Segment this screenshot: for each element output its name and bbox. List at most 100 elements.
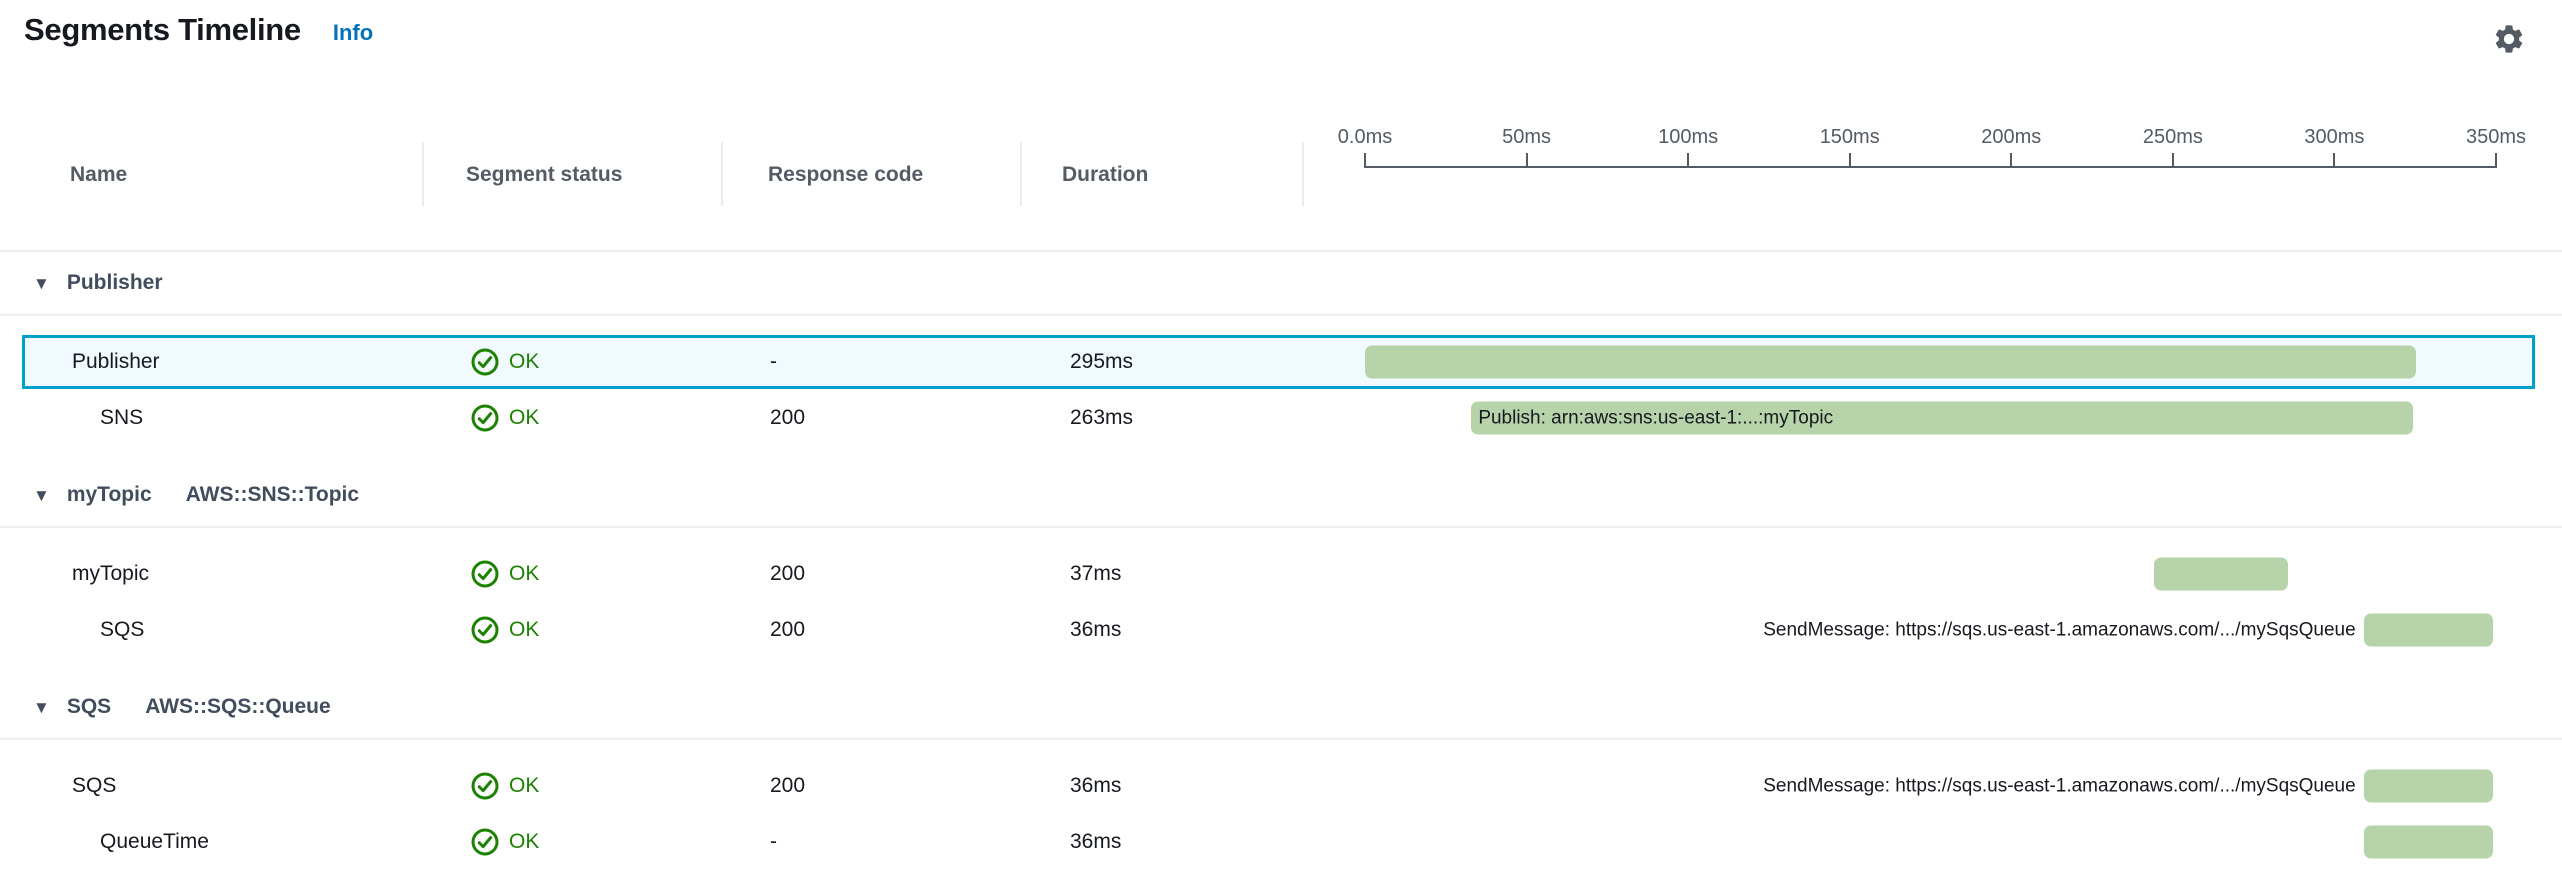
settings-button[interactable] xyxy=(2492,22,2526,56)
table-row[interactable]: SNS OK 200 263ms Publish: arn:aws:sns:us… xyxy=(0,390,2562,446)
timeline-bar[interactable] xyxy=(1365,346,2416,379)
axis-tick xyxy=(2172,153,2174,168)
group-rows: SQS OK 200 36ms SendMessage: https://sqs… xyxy=(0,740,2562,870)
bar-outside-label: SendMessage: https://sqs.us-east-1.amazo… xyxy=(1763,770,2363,803)
axis-tick xyxy=(2333,153,2335,168)
segment-status-cell: OK xyxy=(470,602,539,658)
timeline-bar[interactable]: Publish: arn:aws:sns:us-east-1:...:myTop… xyxy=(1471,402,2413,435)
timeline-track: Publish: arn:aws:sns:us-east-1:...:myTop… xyxy=(1365,402,2496,435)
bar-outside-label: SendMessage: https://sqs.us-east-1.amazo… xyxy=(1763,614,2363,647)
segment-status-cell: OK xyxy=(470,334,539,390)
group-header[interactable]: ▼ Publisher xyxy=(0,252,2562,316)
segment-status-cell: OK xyxy=(470,546,539,602)
table-row[interactable]: myTopic OK 200 37ms xyxy=(0,546,2562,602)
duration: 37ms xyxy=(1070,546,1121,602)
column-header: Name xyxy=(70,160,127,190)
timeline-bar[interactable] xyxy=(2364,614,2493,647)
status-label: OK xyxy=(509,406,539,430)
response-code: 200 xyxy=(770,390,805,446)
segment-status-cell: OK xyxy=(470,390,539,446)
status-ok-icon xyxy=(470,403,500,433)
table-row[interactable]: QueueTime OK - 36ms xyxy=(0,814,2562,870)
group-header[interactable]: ▼ myTopic AWS::SNS::Topic xyxy=(0,464,2562,528)
column-header: Duration xyxy=(1062,160,1148,190)
timeline-track xyxy=(1365,346,2496,379)
segment-name: SNS xyxy=(100,390,143,446)
segment-group: ▼ Publisher Publisher OK - 295ms xyxy=(0,252,2562,446)
duration: 36ms xyxy=(1070,814,1121,870)
duration: 36ms xyxy=(1070,602,1121,658)
axis-tick-label: 50ms xyxy=(1457,126,1597,149)
panel-header: Segments Timeline Info xyxy=(24,12,373,48)
timeline-bar[interactable] xyxy=(2154,558,2287,591)
table-row[interactable]: SQS OK 200 36ms SendMessage: https://sqs… xyxy=(0,758,2562,814)
status-label: OK xyxy=(509,562,539,586)
gear-icon xyxy=(2492,22,2526,56)
column-header: Response code xyxy=(768,160,923,190)
caret-down-icon: ▼ xyxy=(33,487,50,504)
axis-tick-label: 100ms xyxy=(1618,126,1758,149)
timeline-track xyxy=(1365,826,2496,859)
axis-tick xyxy=(1849,153,1851,168)
status-label: OK xyxy=(509,618,539,642)
bar-inside-label: Publish: arn:aws:sns:us-east-1:...:myTop… xyxy=(1471,402,2413,435)
column-divider xyxy=(1020,142,1022,206)
timeline-track xyxy=(1365,558,2496,591)
segments-timeline-panel: Segments Timeline Info 0.0ms50ms100ms150… xyxy=(0,0,2562,884)
status-ok-icon xyxy=(470,559,500,589)
segment-name: SQS xyxy=(72,758,116,814)
status-ok-icon xyxy=(470,771,500,801)
caret-down-icon: ▼ xyxy=(33,699,50,716)
table-row[interactable]: Publisher OK - 295ms xyxy=(0,334,2562,390)
segment-name: QueueTime xyxy=(100,814,209,870)
axis-tick xyxy=(1526,153,1528,168)
axis-tick xyxy=(2495,153,2497,168)
axis-tick-label: 350ms xyxy=(2426,126,2562,149)
axis-tick-label: 0.0ms xyxy=(1295,126,1435,149)
group-name: SQS xyxy=(67,695,111,719)
status-ok-icon xyxy=(470,347,500,377)
axis-tick xyxy=(1364,153,1366,168)
response-code: 200 xyxy=(770,546,805,602)
status-label: OK xyxy=(509,830,539,854)
axis-tick-label: 300ms xyxy=(2264,126,2404,149)
segment-group: ▼ SQS AWS::SQS::Queue SQS OK 200 36ms Se… xyxy=(0,676,2562,870)
column-header: Segment status xyxy=(466,160,622,190)
axis-baseline xyxy=(1365,166,2496,168)
response-code: 200 xyxy=(770,602,805,658)
group-rows: Publisher OK - 295ms SNS xyxy=(0,316,2562,446)
status-ok-icon xyxy=(470,827,500,857)
status-label: OK xyxy=(509,774,539,798)
timeline-bar[interactable] xyxy=(2364,770,2493,803)
page-title: Segments Timeline xyxy=(24,12,301,48)
group-rows: myTopic OK 200 37ms SQS xyxy=(0,528,2562,658)
column-divider xyxy=(721,142,723,206)
segment-status-cell: OK xyxy=(470,758,539,814)
timeline-track: SendMessage: https://sqs.us-east-1.amazo… xyxy=(1365,770,2496,803)
segment-group: ▼ myTopic AWS::SNS::Topic myTopic OK 200… xyxy=(0,464,2562,658)
axis-tick xyxy=(2010,153,2012,168)
duration: 36ms xyxy=(1070,758,1121,814)
group-header[interactable]: ▼ SQS AWS::SQS::Queue xyxy=(0,676,2562,740)
column-divider xyxy=(1302,142,1304,206)
axis-tick-label: 200ms xyxy=(1941,126,2081,149)
group-type: AWS::SNS::Topic xyxy=(186,483,359,507)
timeline-bar[interactable] xyxy=(2364,826,2493,859)
segment-status-cell: OK xyxy=(470,814,539,870)
group-name: Publisher xyxy=(67,271,163,295)
response-code: - xyxy=(770,334,777,390)
info-link[interactable]: Info xyxy=(333,20,373,46)
caret-down-icon: ▼ xyxy=(33,275,50,292)
table-row[interactable]: SQS OK 200 36ms SendMessage: https://sqs… xyxy=(0,602,2562,658)
status-label: OK xyxy=(509,350,539,374)
column-divider xyxy=(422,142,424,206)
group-name: myTopic xyxy=(67,483,152,507)
segment-name: Publisher xyxy=(72,334,160,390)
segment-name: SQS xyxy=(100,602,144,658)
response-code: - xyxy=(770,814,777,870)
duration: 263ms xyxy=(1070,390,1133,446)
timeline-axis: 0.0ms50ms100ms150ms200ms250ms300ms350ms xyxy=(1365,0,2496,250)
segment-name: myTopic xyxy=(72,546,149,602)
axis-tick-label: 250ms xyxy=(2103,126,2243,149)
response-code: 200 xyxy=(770,758,805,814)
